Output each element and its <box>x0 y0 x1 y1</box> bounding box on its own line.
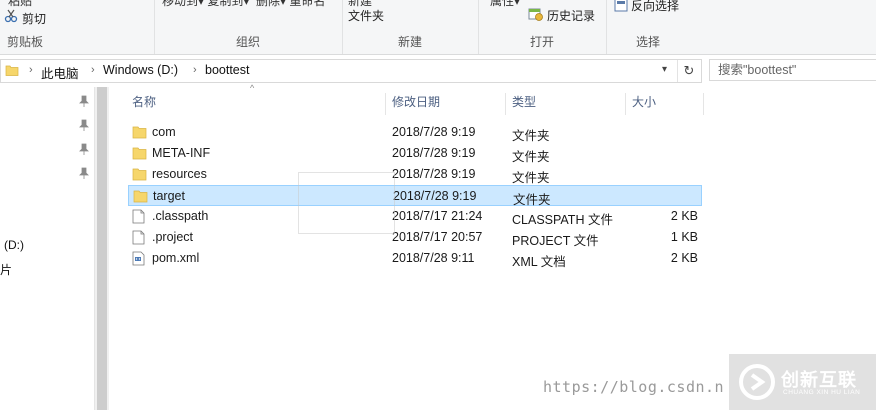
pin-icon[interactable] <box>79 95 89 107</box>
file-size: 2 KB <box>670 251 698 265</box>
brand-logo-icon <box>739 364 775 400</box>
history-icon <box>528 8 543 21</box>
new-folder-button[interactable]: 文件夹 <box>348 7 384 24</box>
file-date: 2018/7/17 21:24 <box>392 209 483 223</box>
file-name: resources <box>152 167 207 181</box>
column-header-date[interactable]: 修改日期 <box>386 93 506 115</box>
chevron-down-icon[interactable]: ▾ <box>662 64 667 75</box>
file-name: .classpath <box>152 209 209 223</box>
invert-selection-icon <box>614 0 628 12</box>
folder-icon <box>5 65 19 76</box>
new-group: 新建 文件夹 新建 <box>342 0 479 54</box>
file-icon <box>132 209 145 227</box>
file-size: 2 KB <box>670 209 698 223</box>
new-group-label: 新建 <box>397 35 422 49</box>
file-row[interactable]: com 2018/7/28 9:19 文件夹 <box>128 122 702 143</box>
paste-path-button-partial[interactable]: 粘贴 <box>8 0 32 9</box>
folder-icon <box>132 146 147 163</box>
column-header-size[interactable]: 大小 <box>626 93 704 115</box>
file-type: CLASSPATH 文件 <box>512 213 613 227</box>
watermark-url: https://blog.csdn.n <box>543 378 725 396</box>
breadcrumb-separator-icon[interactable]: › <box>91 64 95 76</box>
file-name: com <box>152 125 176 139</box>
sort-ascending-icon: ^ <box>250 83 255 93</box>
address-bar[interactable]: › 此电脑 › Windows (D:) › boottest ▾ ↻ <box>0 59 702 83</box>
scissors-icon <box>4 9 18 23</box>
file-type: PROJECT 文件 <box>512 234 599 248</box>
nav-scrollbar[interactable] <box>94 87 109 410</box>
refresh-icon[interactable]: ↻ <box>677 60 700 82</box>
file-date: 2018/7/28 9:19 <box>392 125 476 139</box>
pin-icon[interactable] <box>79 119 89 131</box>
column-header-name[interactable]: 名称 <box>126 93 386 115</box>
file-date: 2018/7/28 9:19 <box>392 146 476 160</box>
nav-item-partial[interactable]: 片 <box>0 261 12 278</box>
history-button[interactable]: 历史记录 <box>547 7 595 24</box>
file-name: pom.xml <box>152 251 200 265</box>
move-to-button-partial[interactable]: 移动到▾ 复制到▾ <box>162 0 249 9</box>
file-type: 文件夹 <box>512 129 550 143</box>
file-date: 2018/7/28 9:11 <box>392 251 475 265</box>
breadcrumb-this-pc[interactable]: 此电脑 <box>41 63 79 82</box>
search-input[interactable] <box>709 59 876 81</box>
column-header-type[interactable]: 类型 <box>506 93 626 115</box>
file-row[interactable]: pom.xml 2018/7/28 9:11 XML 文档 2 KB <box>128 248 702 269</box>
pin-icon[interactable] <box>79 143 89 155</box>
navigation-pane: (D:) 片 <box>0 87 94 410</box>
file-row[interactable]: META-INF 2018/7/28 9:19 文件夹 <box>128 143 702 164</box>
drag-ghost <box>298 172 395 234</box>
file-size: 1 KB <box>670 230 698 244</box>
organize-group: 移动到▾ 复制到▾ 删除▾ 重命名 组织 <box>154 0 343 54</box>
cut-button[interactable]: 剪切 <box>22 10 46 27</box>
pin-icon[interactable] <box>79 167 89 179</box>
file-row[interactable]: resources 2018/7/28 9:19 文件夹 <box>128 164 702 185</box>
file-type: 文件夹 <box>512 171 550 185</box>
file-type: XML 文档 <box>512 255 566 269</box>
file-row[interactable]: target 2018/7/28 9:19 文件夹 <box>128 185 702 207</box>
file-type: 文件夹 <box>512 150 550 164</box>
xml-file-icon <box>132 251 145 269</box>
clipboard-group: 粘贴 剪切 剪贴板 <box>0 0 155 54</box>
ribbon: 粘贴 剪切 剪贴板 移动到▾ 复制到▾ 删除▾ 重命名 组织 新建 文件夹 新建… <box>0 0 876 55</box>
file-row[interactable]: .project 2018/7/17 20:57 PROJECT 文件 1 KB <box>128 227 702 248</box>
invert-selection-button[interactable]: 反向选择 <box>631 0 679 14</box>
file-name: target <box>153 189 185 203</box>
breadcrumb-separator-icon[interactable]: › <box>193 64 197 76</box>
folder-icon <box>132 167 147 184</box>
file-date: 2018/7/28 9:19 <box>392 167 476 181</box>
nav-scrollbar-thumb[interactable] <box>97 87 107 410</box>
file-date: 2018/7/28 9:19 <box>393 189 477 203</box>
breadcrumb-separator-icon[interactable]: › <box>29 64 33 76</box>
file-date: 2018/7/17 20:57 <box>392 230 483 244</box>
select-group-label: 选择 <box>635 35 660 49</box>
organize-group-label: 组织 <box>235 35 260 49</box>
breadcrumb-drive[interactable]: Windows (D:) <box>103 63 178 77</box>
folder-icon <box>132 125 147 142</box>
clipboard-group-label: 剪贴板 <box>7 35 44 49</box>
delete-button-partial[interactable]: 删除▾ 重命名 <box>256 0 325 9</box>
nav-item-drive-d[interactable]: (D:) <box>4 238 24 252</box>
properties-button-partial[interactable]: 属性▾ <box>490 0 520 9</box>
watermark-logo: 创新互联 CHUANG XIN HU LIAN <box>729 354 876 410</box>
folder-icon <box>133 189 148 206</box>
file-name: META-INF <box>152 146 211 160</box>
breadcrumb-folder[interactable]: boottest <box>205 63 249 77</box>
file-row[interactable]: .classpath 2018/7/17 21:24 CLASSPATH 文件 2 K… <box>128 206 702 227</box>
watermark-brand-en: CHUANG XIN HU LIAN <box>783 389 861 396</box>
open-group-label: 打开 <box>529 35 554 49</box>
file-name: .project <box>152 230 193 244</box>
file-icon <box>132 230 145 248</box>
